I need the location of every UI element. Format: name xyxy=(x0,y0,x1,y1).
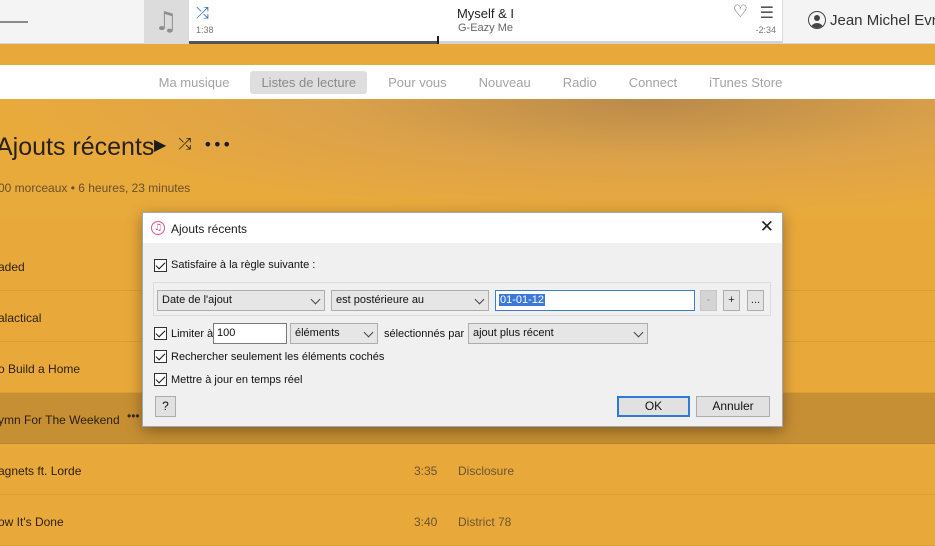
dialog-title: Ajouts récents xyxy=(171,222,248,236)
nested-rule-button[interactable]: ... xyxy=(747,290,764,311)
play-icon[interactable]: ▶ xyxy=(154,135,166,154)
smart-playlist-dialog: ♫ Ajouts récents ✕ Satisfaire à la règle… xyxy=(142,212,783,427)
tab-itunes-store[interactable]: iTunes Store xyxy=(698,71,793,94)
rule-operator-value: est postérieure au xyxy=(336,294,425,306)
progress-fill xyxy=(189,41,439,44)
remove-rule-button[interactable]: - xyxy=(700,290,717,311)
rule-field-select[interactable]: Date de l'ajout xyxy=(157,290,325,311)
limit-unit-value: éléments xyxy=(295,327,340,339)
limit-unit-select[interactable]: éléments xyxy=(290,323,378,344)
track-title: ymn For The Weekend xyxy=(0,413,120,427)
limit-label: Limiter à xyxy=(171,328,214,340)
user-icon xyxy=(808,11,826,29)
progress-bar[interactable] xyxy=(189,36,782,44)
rule-value-text: 01-01-12 xyxy=(499,294,546,306)
table-row[interactable]: agnets ft. Lorde 3:35 Disclosure xyxy=(0,444,935,495)
help-button[interactable]: ? xyxy=(155,396,176,417)
shuffle-playlist-icon[interactable]: ⤮ xyxy=(178,134,191,154)
match-rule-label: Satisfaire à la règle suivante : xyxy=(171,259,316,271)
rule-operator-select[interactable]: est postérieure au xyxy=(331,290,489,311)
user-name: Jean Michel Evra xyxy=(830,11,935,29)
rule-field-value: Date de l'ajout xyxy=(162,294,232,306)
match-rule-checkbox[interactable] xyxy=(154,259,167,272)
track-title: aded xyxy=(0,260,25,274)
only-checked-checkbox[interactable] xyxy=(154,350,167,363)
track-title: o Build a Home xyxy=(0,362,81,376)
table-row[interactable]: ow It's Done 3:40 District 78 xyxy=(0,495,935,546)
song-artist: G-Eazy Me xyxy=(457,22,513,34)
chevron-down-icon xyxy=(310,294,321,305)
tab-nouveau[interactable]: Nouveau xyxy=(468,71,542,94)
track-duration: 3:35 xyxy=(414,464,438,478)
cancel-button[interactable]: Annuler xyxy=(696,396,770,417)
player-bar: ♫ ⤮ 1:38 Myself & I G-Eazy Me ♡ ☰ -2:34 … xyxy=(0,0,935,44)
playlist-summary: 00 morceaux • 6 heures, 23 minutes xyxy=(0,181,191,195)
limit-value: 100 xyxy=(217,327,236,339)
chevron-down-icon xyxy=(474,294,485,305)
dialog-titlebar[interactable]: ♫ Ajouts récents ✕ xyxy=(143,213,782,243)
track-artist: Disclosure xyxy=(458,464,515,478)
selected-by-select[interactable]: ajout plus récent xyxy=(468,323,648,344)
account-button[interactable]: Jean Michel Evra xyxy=(808,11,935,29)
ok-button[interactable]: OK xyxy=(617,396,690,417)
limit-input[interactable]: 100 xyxy=(213,323,287,344)
main-nav: Ma musique Listes de lecture Pour vous N… xyxy=(0,65,935,99)
rule-value-input[interactable]: 01-01-12 xyxy=(495,290,695,311)
live-update-label: Mettre à jour en temps réel xyxy=(171,374,303,386)
volume-slider[interactable] xyxy=(0,21,28,23)
track-title: alactical xyxy=(0,311,42,325)
limit-checkbox[interactable] xyxy=(154,327,167,340)
music-note-icon: ♫ xyxy=(154,7,178,37)
track-title: agnets ft. Lorde xyxy=(0,464,82,478)
chevron-down-icon xyxy=(363,327,374,338)
progress-knob[interactable] xyxy=(437,36,440,44)
playlist-title: Ajouts récents xyxy=(0,133,155,161)
time-remaining: -2:34 xyxy=(755,25,776,35)
track-artist: District 78 xyxy=(458,515,512,529)
now-playing-display: ⤮ 1:38 Myself & I G-Eazy Me ♡ ☰ -2:34 xyxy=(188,0,783,44)
selected-by-label: sélectionnés par xyxy=(384,328,465,340)
only-checked-label: Rechercher seulement les éléments cochés xyxy=(171,351,385,363)
add-rule-button[interactable]: + xyxy=(723,290,740,311)
song-title: Myself & I xyxy=(456,6,515,21)
tab-radio[interactable]: Radio xyxy=(552,71,608,94)
chevron-down-icon xyxy=(633,327,644,338)
tab-connect[interactable]: Connect xyxy=(618,71,688,94)
close-icon[interactable]: ✕ xyxy=(760,217,774,237)
tab-ma-musique[interactable]: Ma musique xyxy=(148,71,241,94)
live-update-checkbox[interactable] xyxy=(154,373,167,386)
up-next-list-icon[interactable]: ☰ xyxy=(760,3,774,22)
playlist-controls: ▶ ⤮ ••• xyxy=(154,134,231,154)
track-more-icon[interactable]: ••• xyxy=(127,409,140,423)
track-title: ow It's Done xyxy=(0,515,64,529)
tab-pour-vous[interactable]: Pour vous xyxy=(377,71,458,94)
itunes-icon: ♫ xyxy=(151,221,165,235)
track-duration: 3:40 xyxy=(414,515,438,529)
album-art-placeholder[interactable]: ♫ xyxy=(144,0,188,44)
more-options-icon[interactable]: ••• xyxy=(203,135,231,154)
tab-listes-de-lecture[interactable]: Listes de lecture xyxy=(250,70,368,94)
heart-icon[interactable]: ♡ xyxy=(733,2,748,22)
selected-by-value: ajout plus récent xyxy=(473,327,554,339)
